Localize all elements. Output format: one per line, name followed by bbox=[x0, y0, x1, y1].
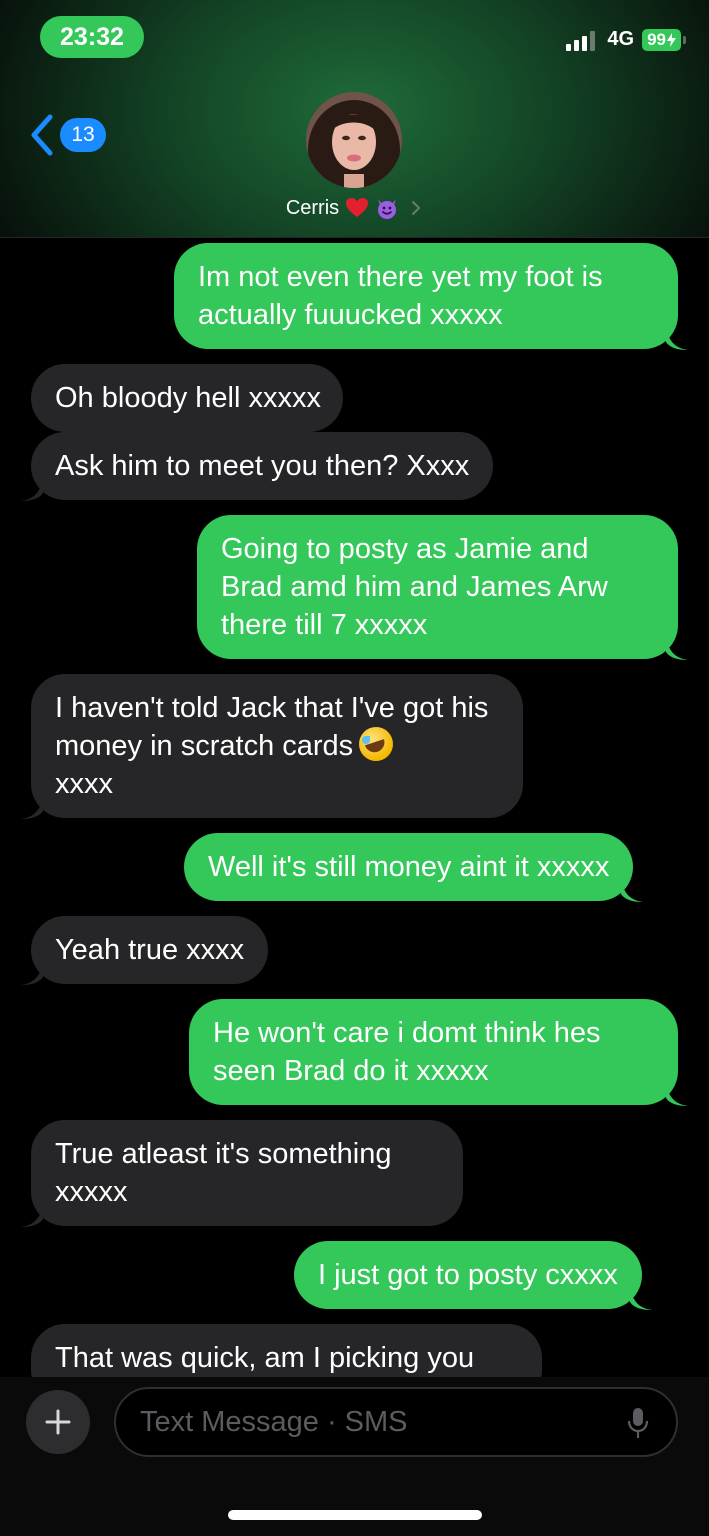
rolling-on-floor-laughing-emoji bbox=[359, 727, 394, 761]
message-bubble-outgoing[interactable]: I just got to posty cxxxx bbox=[294, 1241, 652, 1310]
message-bubble-outgoing[interactable]: Going to posty as Jamie and Brad amd him… bbox=[197, 515, 688, 660]
bubble-tail bbox=[666, 326, 688, 350]
message-bubble-incoming[interactable]: True atleast it's something xxxxx bbox=[21, 1120, 463, 1227]
add-attachment-button[interactable] bbox=[26, 1390, 90, 1454]
message-bubble-incoming[interactable]: That was quick, am I picking you bbox=[31, 1324, 542, 1380]
home-indicator[interactable] bbox=[228, 1510, 482, 1520]
message-bubble-incoming[interactable]: Yeah true xxxx bbox=[21, 916, 269, 985]
contact-name: Cerris bbox=[285, 196, 340, 219]
bubble-tail bbox=[666, 636, 688, 660]
message-text: True atleast it's something xxxxx bbox=[55, 1138, 392, 1208]
message-text: I just got to posty cxxxx bbox=[318, 1259, 618, 1291]
cellular-signal-icon bbox=[566, 29, 596, 51]
status-time[interactable]: 23:32 bbox=[40, 16, 144, 58]
bubble-tail bbox=[666, 1082, 688, 1106]
message-text: He won't care i domt think hes seen Brad… bbox=[213, 1017, 601, 1087]
message-text: Going to posty as Jamie and Brad amd him… bbox=[221, 533, 608, 641]
charging-bolt-icon bbox=[667, 32, 676, 47]
network-type: 4G bbox=[607, 28, 635, 50]
contact-avatar[interactable] bbox=[306, 92, 402, 188]
plus-icon bbox=[45, 1409, 71, 1435]
bubble-tail bbox=[21, 477, 43, 501]
bubble-tail bbox=[21, 795, 43, 819]
message-bubble-outgoing[interactable]: He won't care i domt think hes seen Brad… bbox=[189, 999, 688, 1106]
message-bubble-outgoing[interactable]: Well it's still money aint it xxxxx bbox=[184, 833, 644, 902]
message-text: Well it's still money aint it xxxxx bbox=[208, 851, 610, 883]
red-heart-icon bbox=[346, 198, 369, 217]
status-indicators: 4G 99 bbox=[566, 28, 686, 51]
back-button[interactable]: 13 bbox=[30, 114, 106, 156]
unread-count-badge: 13 bbox=[60, 118, 106, 152]
microphone-icon[interactable] bbox=[626, 1406, 650, 1440]
message-input[interactable]: Text Message · SMS bbox=[114, 1387, 678, 1457]
bubble-tail bbox=[629, 1286, 652, 1310]
chevron-left-icon bbox=[31, 114, 53, 156]
battery-level: 99 bbox=[647, 29, 666, 49]
message-text: Yeah true xxxx bbox=[55, 934, 245, 966]
bubble-tail bbox=[21, 961, 43, 985]
contact-info-button[interactable]: Cerris bbox=[0, 196, 709, 220]
message-text: That was quick, am I picking you bbox=[55, 1342, 475, 1374]
message-input-placeholder: Text Message · SMS bbox=[140, 1406, 408, 1438]
message-text: I haven't told Jack that I've got his mo… bbox=[55, 692, 489, 762]
message-text: Im not even there yet my foot is actuall… bbox=[198, 261, 603, 331]
message-bubble-outgoing[interactable]: Im not even there yet my foot is actuall… bbox=[174, 243, 688, 350]
message-text-suffix: xxxx bbox=[55, 768, 113, 800]
chevron-right-icon bbox=[412, 201, 421, 215]
bubble-tail bbox=[621, 878, 644, 902]
message-text: Oh bloody hell xxxxx bbox=[55, 382, 321, 414]
message-bubble-incoming[interactable]: Oh bloody hell xxxxx bbox=[31, 364, 343, 432]
avatar-photo bbox=[306, 92, 402, 188]
message-bubble-incoming[interactable]: Ask him to meet you then? Xxxx bbox=[21, 432, 494, 501]
conversation-header: 23:32 4G 99 13 Cerris bbox=[0, 0, 709, 238]
message-text: Ask him to meet you then? Xxxx bbox=[55, 450, 470, 482]
smiling-devil-icon bbox=[378, 199, 397, 219]
bubble-tail bbox=[21, 1203, 43, 1227]
battery-icon: 99 bbox=[642, 28, 686, 51]
message-bubble-incoming[interactable]: I haven't told Jack that I've got his mo… bbox=[21, 674, 523, 819]
